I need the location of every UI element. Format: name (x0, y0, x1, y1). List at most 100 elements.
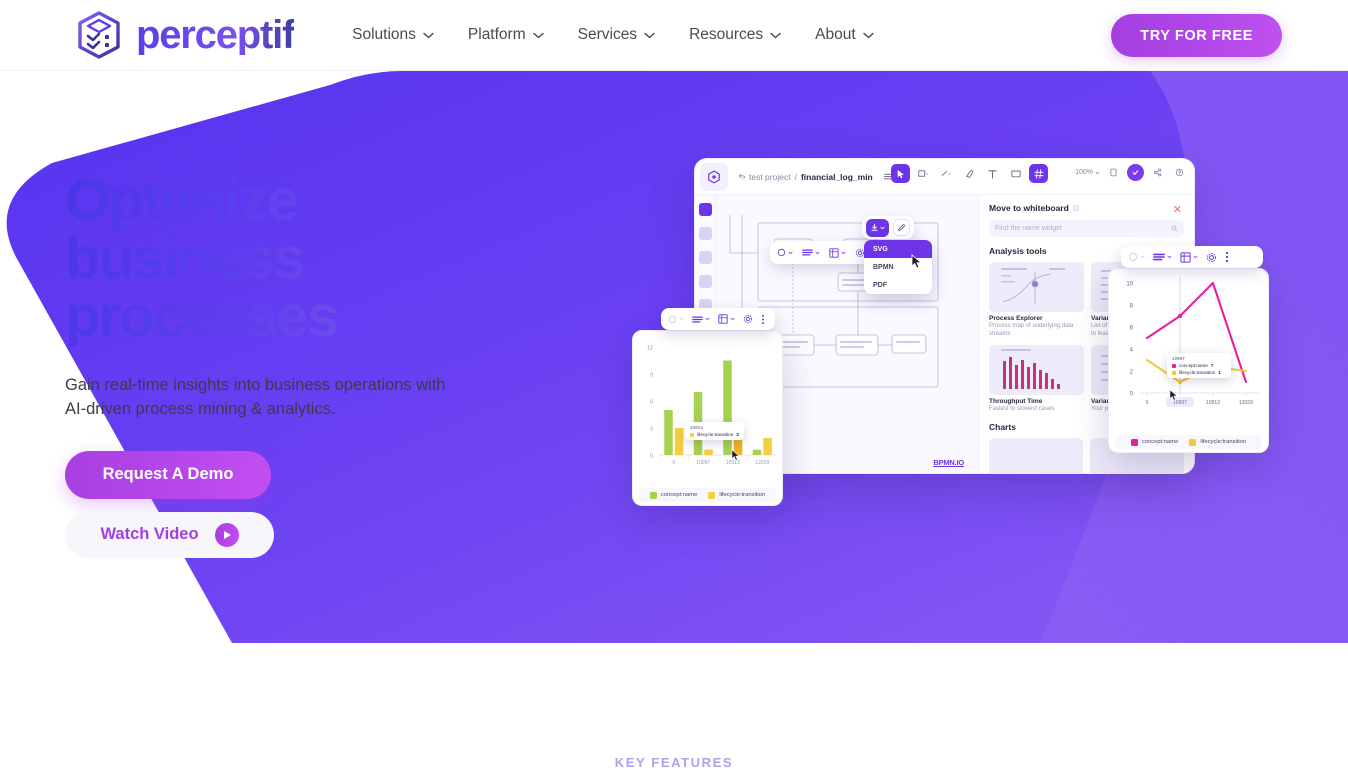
tool-thumbnail (989, 345, 1084, 396)
chevron-down-icon (532, 32, 544, 38)
panel-search-input[interactable]: Find the name widget (989, 220, 1184, 237)
nav-label: About (815, 26, 856, 43)
svg-text:12029: 12029 (755, 460, 769, 466)
hero-content: Optimize business processes Gain real-ti… (65, 172, 535, 558)
chevron-down-icon (423, 32, 434, 38)
cursor-icon[interactable] (891, 164, 910, 183)
tool-thumbnail (989, 262, 1084, 312)
help-icon[interactable] (1171, 164, 1188, 181)
breadcrumb-parent[interactable]: test project (749, 172, 791, 182)
tooltip-value: 7 (1210, 363, 1214, 368)
line-icon[interactable] (937, 164, 956, 183)
grid-icon[interactable] (1029, 164, 1048, 183)
svg-text:12029: 12029 (1239, 400, 1253, 406)
palette-icon[interactable] (668, 315, 684, 324)
table-icon[interactable] (1180, 251, 1198, 263)
more-options-icon[interactable] (761, 314, 765, 325)
section-label: KEY FEATURES (614, 755, 734, 768)
legend-item-concept-name[interactable]: concept:name (1130, 438, 1178, 446)
try-for-free-button[interactable]: TRY FOR FREE (1111, 14, 1282, 57)
legend-item-concept-name[interactable]: concept:name (649, 491, 697, 499)
table-icon[interactable] (718, 314, 735, 324)
close-icon[interactable]: ✕ (1173, 203, 1182, 216)
breadcrumb[interactable]: test project / financial_log_min (738, 172, 892, 182)
legend-item-lifecycle-transition[interactable]: lifecycle:transition (708, 491, 766, 499)
chevron-down-icon (770, 32, 781, 38)
back-icon (738, 173, 745, 179)
app-home-icon[interactable] (700, 162, 728, 191)
tool-card-process-explorer[interactable]: Process Explorer Process map of underlyi… (989, 262, 1084, 338)
eraser-icon[interactable] (960, 164, 979, 183)
palette-icon[interactable] (777, 248, 793, 257)
hero-subheading: Gain real-time insights into business op… (65, 376, 446, 419)
floating-toolbar-canvas (770, 241, 872, 264)
breadcrumb-separator: / (794, 171, 797, 182)
tooltip-value: 1 (1218, 370, 1221, 375)
share-icon[interactable] (1149, 164, 1166, 181)
info-icon[interactable] (1073, 205, 1079, 211)
panel-title: Move to whiteboard (989, 203, 1184, 213)
chart-thumbnail-pie[interactable] (989, 438, 1083, 473)
nav-item-platform[interactable]: Platform (468, 26, 544, 44)
check-icon[interactable] (1127, 164, 1144, 181)
list-icon[interactable] (802, 248, 820, 257)
image-icon[interactable] (1006, 164, 1025, 183)
tooltip-row: lifecycle:transition 3 (690, 432, 739, 437)
svg-text:6: 6 (1130, 326, 1134, 332)
carousel-prev-icon[interactable]: ‹ (1158, 456, 1161, 466)
logo[interactable]: perceptif (76, 11, 295, 59)
more-options-icon[interactable] (1225, 251, 1229, 263)
export-toolbar (862, 216, 914, 239)
chevron-down-icon (1095, 171, 1100, 174)
tool-desc: Process map of underlying data streams (989, 323, 1074, 338)
nav-item-resources[interactable]: Resources (689, 26, 781, 44)
app-toolbar: test project / financial_log_min 100% (695, 159, 1194, 195)
svg-text:0: 0 (1146, 400, 1149, 406)
gear-icon[interactable] (1206, 252, 1217, 263)
cube-logo-icon (78, 11, 120, 59)
watch-video-button[interactable]: Watch Video (65, 511, 274, 558)
nav-item-about[interactable]: About (815, 26, 874, 44)
sidebar-item-reports[interactable] (698, 275, 712, 288)
app-toolbar-right: 100% (1075, 164, 1188, 181)
edit-button[interactable] (893, 219, 910, 236)
request-a-demo-button[interactable]: Request A Demo (65, 450, 271, 499)
sidebar-item-models[interactable] (698, 251, 712, 264)
list-icon[interactable] (1153, 252, 1172, 262)
legend-item-lifecycle-transition[interactable]: lifecycle:transition (1189, 438, 1247, 446)
panel-title-text: Move to whiteboard (989, 203, 1069, 213)
line-chart-toolbar (1121, 246, 1263, 268)
play-icon (214, 522, 239, 547)
gear-icon[interactable] (743, 314, 753, 324)
tooltip-row: lifecycle:transition 1 (1172, 370, 1226, 375)
zoom-level-selector[interactable]: 100% (1075, 169, 1100, 176)
rectangle-icon[interactable] (914, 164, 933, 183)
svg-text:10: 10 (1126, 282, 1133, 288)
download-button[interactable] (866, 218, 889, 237)
nav-item-services[interactable]: Services (578, 26, 655, 44)
carousel-next-icon[interactable]: › (1168, 456, 1171, 466)
nav-label: Resources (689, 26, 764, 43)
note-icon[interactable] (1105, 164, 1122, 181)
tool-name: Process Explorer (989, 315, 1043, 322)
sidebar-item-data[interactable] (698, 227, 712, 240)
tool-name: Throughput Time (989, 398, 1043, 406)
sidebar-item-dashboard[interactable] (698, 203, 712, 216)
tool-card-throughput-time[interactable]: Throughput Time Fastest to slowest cases (989, 345, 1084, 413)
svg-text:8: 8 (1130, 304, 1134, 310)
list-icon[interactable] (692, 315, 710, 324)
breadcrumb-current: financial_log_min (800, 171, 873, 182)
svg-text:10913: 10913 (1206, 400, 1220, 406)
nav-label: Platform (467, 26, 526, 43)
line-chart-plot[interactable]: 0 2 4 6 8 10 0 10997 10913 12029 (1109, 269, 1270, 430)
text-icon[interactable] (983, 164, 1002, 183)
table-icon[interactable] (829, 247, 846, 258)
legend-label: lifecycle:transition (1200, 439, 1247, 445)
palette-icon[interactable] (1128, 252, 1145, 262)
tooltip-row: concept:name 7 (1172, 363, 1226, 368)
nav-item-solutions[interactable]: Solutions (352, 26, 434, 44)
tooltip-title: 10913 (690, 425, 703, 430)
legend-label: lifecycle:transition (719, 492, 766, 498)
bar-chart-plot[interactable]: 0 3 6 9 12 0 10997 10913 12029 (633, 331, 784, 483)
menu-item-pdf[interactable]: PDF (864, 276, 932, 294)
